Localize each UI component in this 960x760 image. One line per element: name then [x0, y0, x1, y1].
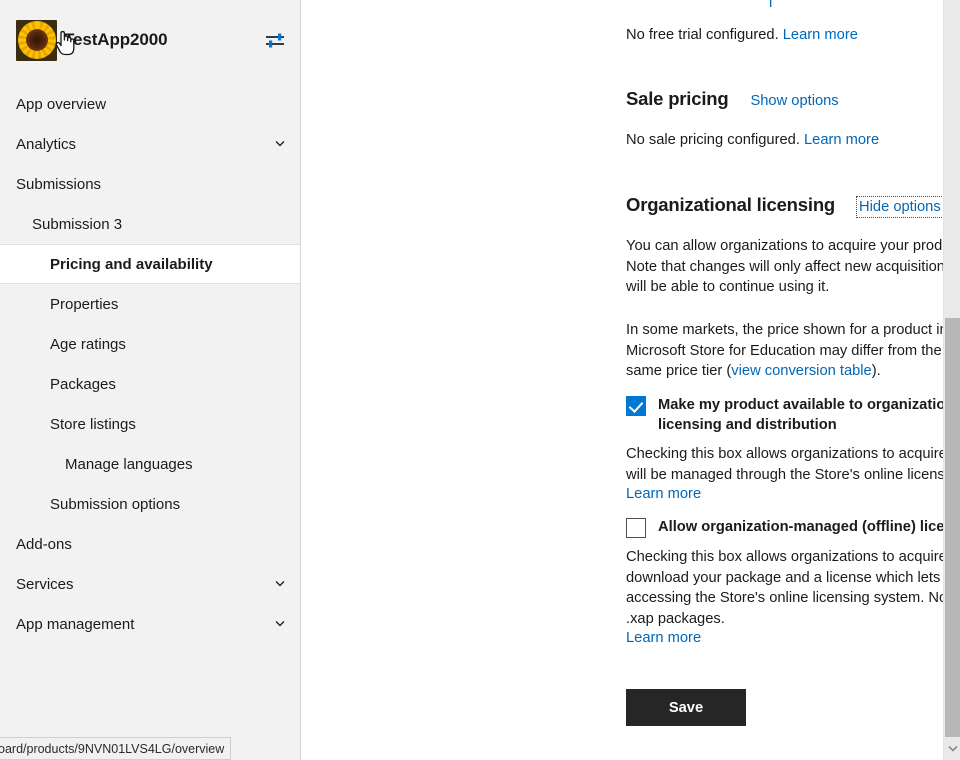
sidebar-item-label: Services [16, 575, 74, 593]
sale-pricing-learn-more-link[interactable]: Learn more [804, 132, 879, 148]
org-licensing-option-offline: Allow organization-managed (offline) lic… [626, 517, 960, 647]
offline-licensing-label: Allow organization-managed (offline) lic… [658, 519, 960, 535]
brand-header: TestApp2000 [0, 0, 300, 80]
offline-licensing-checkbox[interactable] [626, 518, 646, 538]
scrollbar-down-arrow-icon[interactable] [944, 737, 960, 760]
sidebar-item-analytics[interactable]: Analytics [0, 124, 300, 164]
vertical-scrollbar[interactable] [943, 0, 960, 760]
sidebar-item-label: Age ratings [50, 335, 126, 353]
free-trial-status: No free trial configured. Learn more [626, 25, 858, 45]
sidebar-item-manage-languages[interactable]: Manage languages [0, 444, 300, 484]
chevron-down-icon[interactable] [274, 616, 286, 633]
sale-pricing-status: No sale pricing configured. Learn more [626, 130, 879, 150]
offline-licensing-learn-more-link[interactable]: Learn more [626, 630, 701, 646]
markets-text-post: ). [871, 363, 881, 379]
sidebar-item-add-ons[interactable]: Add-ons [0, 524, 300, 564]
sidebar-nav: App overview Analytics Submissions Submissi… [0, 80, 300, 644]
online-licensing-learn-more-link[interactable]: Learn more [626, 486, 701, 502]
app-window: TestApp2000 App overview Analytics Submiss… [0, 0, 960, 760]
online-licensing-checkbox-row[interactable]: Make my product available to organizatio… [626, 395, 960, 435]
sidebar-item-label: Manage languages [65, 455, 193, 473]
sidebar: TestApp2000 App overview Analytics Submiss… [0, 0, 301, 760]
offline-licensing-checkbox-row[interactable]: Allow organization-managed (offline) lic… [626, 517, 960, 538]
sidebar-item-submission-3[interactable]: Submission 3 [0, 204, 300, 244]
sidebar-item-label: Properties [50, 295, 119, 313]
sale-pricing-title: Sale pricing [626, 88, 729, 109]
status-bar-url: oard/products/9NVN01LVS4LG/overview [0, 737, 232, 760]
save-button[interactable]: Save [626, 689, 746, 726]
sidebar-item-label: App management [16, 615, 135, 633]
org-licensing-header: Organizational licensing Hide options [626, 194, 944, 218]
sidebar-item-submission-options[interactable]: Submission options [0, 484, 300, 524]
sidebar-item-label: Store listings [50, 415, 136, 433]
sale-pricing-header: Sale pricing Show options [626, 88, 839, 110]
sale-pricing-text: No sale pricing configured. [626, 132, 800, 148]
chevron-down-icon[interactable] [274, 136, 286, 153]
org-licensing-hide-options-link[interactable]: Hide options [856, 196, 944, 218]
main-content: l No free trial configured. Learn more S… [301, 0, 960, 760]
sidebar-item-properties[interactable]: Properties [0, 284, 300, 324]
online-licensing-description: Checking this box allows organizations t… [626, 446, 960, 483]
online-licensing-checkbox[interactable] [626, 396, 646, 416]
sunflower-app-icon [16, 19, 57, 61]
sidebar-item-label: App overview [16, 95, 107, 113]
app-title: TestApp2000 [64, 30, 168, 49]
sidebar-item-label: Submission options [50, 495, 181, 513]
sidebar-item-submissions[interactable]: Submissions [0, 164, 300, 204]
sidebar-item-packages[interactable]: Packages [0, 364, 300, 404]
org-licensing-title: Organizational licensing [626, 194, 836, 215]
sidebar-item-age-ratings[interactable]: Age ratings [0, 324, 300, 364]
org-licensing-markets-text: In some markets, the price shown for a p… [626, 320, 960, 382]
free-trial-learn-more-link[interactable]: Learn more [783, 27, 858, 43]
sidebar-item-store-listings[interactable]: Store listings [0, 404, 300, 444]
sliders-settings-icon[interactable] [264, 30, 286, 50]
offline-licensing-description: Checking this box allows organizations t… [626, 549, 960, 627]
clipped-top-link: l [769, 0, 773, 11]
free-trial-text: No free trial configured. [626, 27, 779, 43]
sidebar-item-app-management[interactable]: App management [0, 604, 300, 644]
online-licensing-label: Make my product available to organizatio… [658, 397, 960, 433]
sidebar-item-services[interactable]: Services [0, 564, 300, 604]
scrollbar-thumb[interactable] [945, 318, 960, 737]
sale-pricing-show-options-link[interactable]: Show options [750, 93, 838, 109]
sidebar-item-label: Submissions [16, 175, 102, 193]
view-conversion-table-link[interactable]: view conversion table [731, 363, 871, 379]
sidebar-item-label: Packages [50, 375, 116, 393]
org-licensing-option-online: Make my product available to organizatio… [626, 395, 960, 503]
sidebar-item-label: Submission 3 [32, 215, 123, 233]
sidebar-item-label: Analytics [16, 135, 77, 153]
chevron-down-icon[interactable] [274, 576, 286, 593]
sidebar-item-app-overview[interactable]: App overview [0, 84, 300, 124]
sidebar-item-label: Pricing and availability [50, 255, 213, 273]
sidebar-item-label: Add-ons [16, 535, 72, 553]
sidebar-item-pricing-and-availability[interactable]: Pricing and availability [0, 244, 300, 284]
org-licensing-intro-text: You can allow organizations to acquire y… [626, 238, 960, 295]
